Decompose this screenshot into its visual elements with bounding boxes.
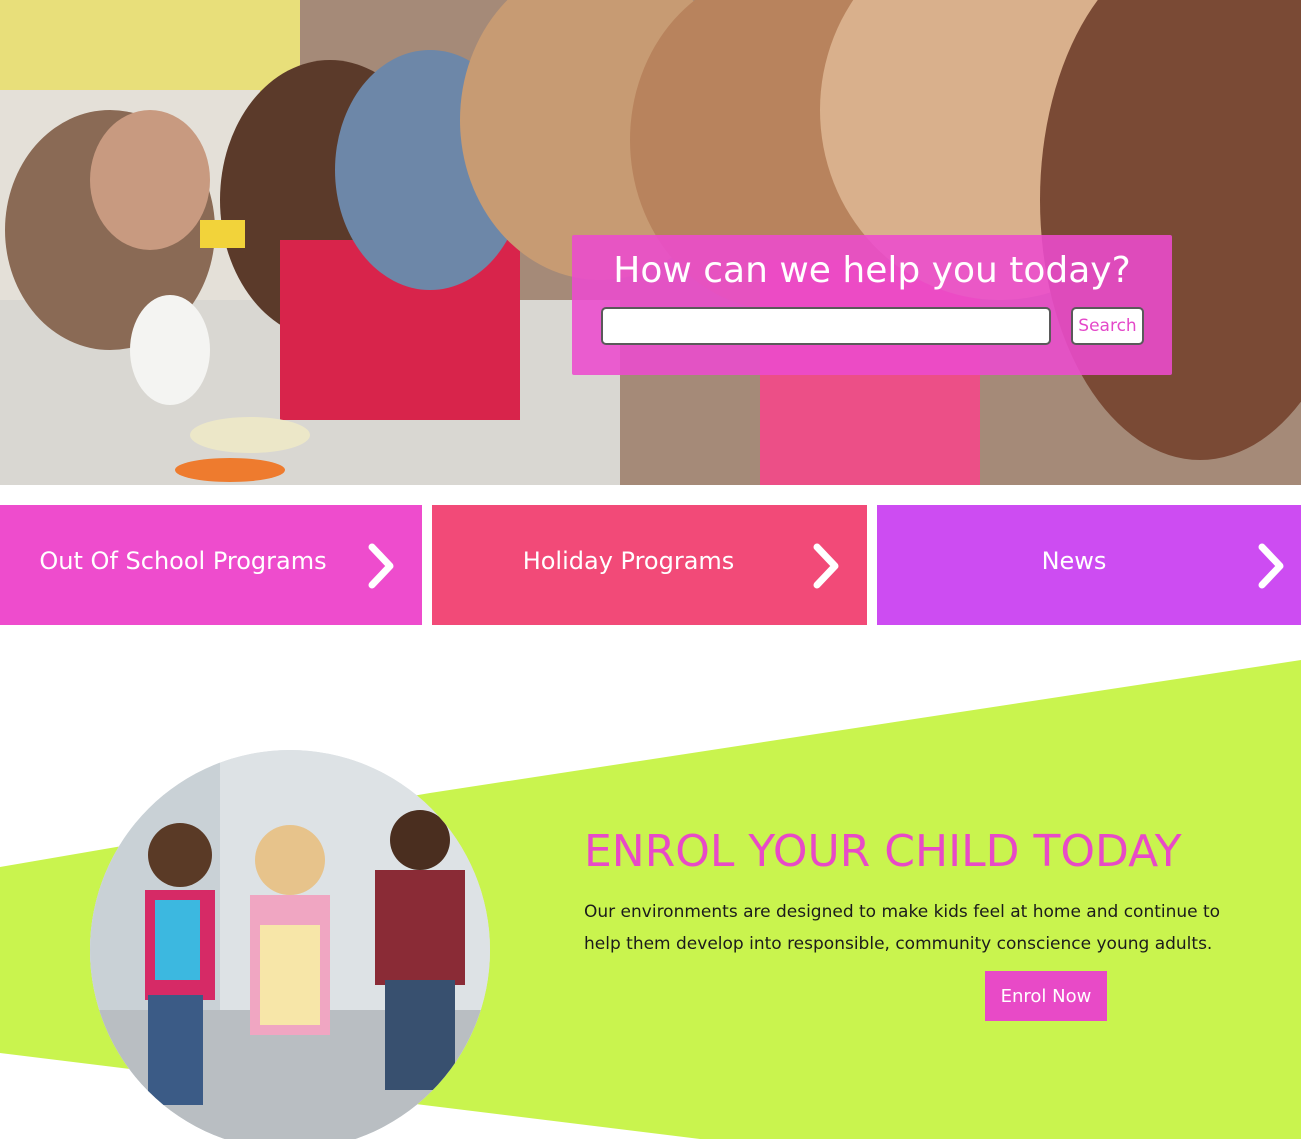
tile-label: Out Of School Programs: [39, 547, 327, 575]
enrol-photo: [90, 750, 490, 1139]
enrol-title: ENROL YOUR CHILD TODAY: [584, 826, 1182, 877]
tile-out-of-school-programs[interactable]: Out Of School Programs: [0, 505, 422, 625]
chevron-right-icon: [813, 543, 839, 589]
enrol-description: Our environments are designed to make ki…: [584, 902, 1221, 954]
help-search-panel: How can we help you today? Search: [572, 235, 1172, 375]
chevron-right-icon: [368, 543, 394, 589]
help-title: How can we help you today?: [613, 250, 1131, 291]
enrol-now-button[interactable]: Enrol Now: [985, 971, 1107, 1021]
tile-news[interactable]: News: [877, 505, 1301, 625]
tile-holiday-programs[interactable]: Holiday Programs: [432, 505, 867, 625]
tile-label: News: [1041, 547, 1107, 575]
search-input[interactable]: [601, 307, 1051, 345]
search-button[interactable]: Search: [1071, 307, 1144, 345]
tile-label: Holiday Programs: [522, 547, 735, 575]
hero-banner: How can we help you today? Search: [0, 0, 1301, 485]
chevron-right-icon: [1258, 543, 1284, 589]
